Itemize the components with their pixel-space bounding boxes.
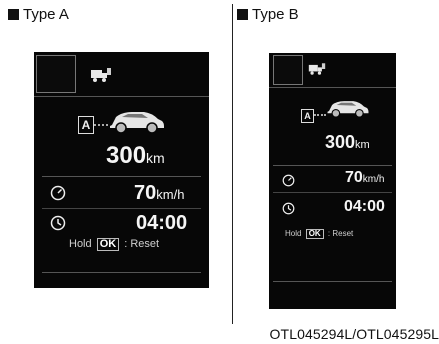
square-bullet-icon: [8, 9, 19, 20]
hold-reset-instruction: Hold OK : Reset: [285, 229, 353, 239]
separator: [42, 208, 201, 209]
separator: [42, 272, 201, 273]
separator: [273, 192, 392, 193]
ok-key-label: OK: [305, 229, 324, 239]
mode-a-badge: A: [78, 116, 94, 134]
time-value: 04:00: [344, 198, 385, 215]
range-unit: km: [355, 139, 370, 151]
separator: [273, 281, 392, 282]
speed-unit: km/h: [156, 187, 185, 202]
separator: [269, 87, 396, 88]
time-value: 04:00: [136, 212, 188, 234]
mode-a-badge: A: [301, 109, 314, 123]
mode-box: [36, 55, 76, 93]
hold-text: Hold: [69, 238, 92, 250]
dotted-line: [314, 114, 326, 116]
dotted-line: [94, 124, 108, 126]
range-value: 300: [325, 132, 356, 152]
type-a-heading: Type A: [8, 6, 69, 23]
figure-caption: OTL045294L/OTL045295L: [269, 326, 439, 342]
range-readout: 300km: [325, 132, 370, 153]
reset-text: : Reset: [327, 229, 354, 238]
type-b-heading: Type B: [237, 6, 299, 23]
hold-text: Hold: [285, 229, 302, 238]
car-icon: [110, 112, 164, 134]
ok-key-label: OK: [96, 238, 120, 251]
range-value: 300: [106, 142, 147, 169]
range-readout: 300km: [106, 142, 165, 170]
type-a-label: Type A: [23, 6, 69, 23]
square-bullet-icon: [237, 9, 248, 20]
speedometer-icon: [50, 185, 66, 201]
speed-readout: 70km/h: [134, 182, 184, 205]
car-icon: [327, 101, 369, 118]
mode-box: [273, 55, 303, 85]
speedometer-icon: [282, 174, 295, 187]
clock-icon: [282, 202, 295, 215]
type-b-label: Type B: [252, 6, 299, 23]
cluster-display-type-a: A 300km 70km/h 04:00 Hold OK : Reset: [34, 52, 209, 288]
speed-unit: km/h: [362, 174, 385, 185]
fuel-truck-icon: [91, 68, 111, 82]
range-unit: km: [146, 150, 165, 166]
speed-value: 70: [134, 182, 157, 204]
clock-icon: [50, 215, 66, 231]
cluster-display-type-b: A 300km 70km/h 04:00 Hold OK : Reset: [269, 53, 396, 309]
speed-value: 70: [345, 169, 363, 186]
separator: [273, 165, 392, 166]
fuel-truck-icon: [308, 63, 326, 75]
speed-readout: 70km/h: [345, 169, 384, 187]
reset-text: : Reset: [124, 238, 160, 250]
hold-reset-instruction: Hold OK : Reset: [69, 238, 159, 251]
vertical-divider: [232, 4, 233, 324]
separator: [34, 96, 209, 97]
separator: [42, 176, 201, 177]
